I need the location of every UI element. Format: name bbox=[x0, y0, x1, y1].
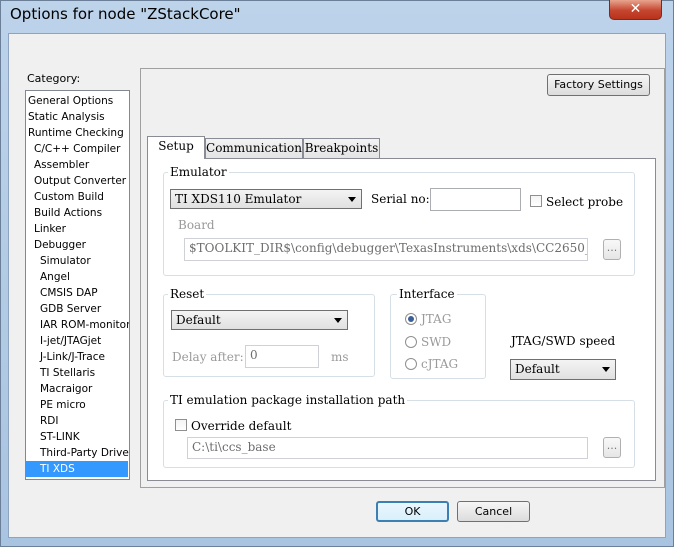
reset-group-label: Reset bbox=[168, 287, 207, 301]
category-item[interactable]: Linker bbox=[26, 221, 128, 237]
category-item[interactable]: GDB Server bbox=[26, 301, 128, 317]
serial-label: Serial no: bbox=[371, 192, 430, 206]
category-item[interactable]: ST-LINK bbox=[26, 429, 128, 445]
category-item[interactable]: TI XDS bbox=[26, 461, 128, 477]
tab-breakpoints[interactable]: Breakpoints bbox=[303, 138, 380, 159]
tab-setup[interactable]: Setup bbox=[147, 136, 205, 159]
window-title: Options for node "ZStackCore" bbox=[10, 5, 241, 23]
reset-select-value: Default bbox=[176, 313, 221, 327]
tab-communication[interactable]: Communication bbox=[205, 138, 303, 159]
interface-group-label: Interface bbox=[397, 287, 457, 301]
board-path-input[interactable]: $TOOLKIT_DIR$\config\debugger\TexasInstr… bbox=[184, 238, 588, 261]
cjtag-label: cJTAG bbox=[421, 357, 459, 371]
category-item[interactable]: Build Actions bbox=[26, 205, 128, 221]
chevron-down-icon bbox=[348, 197, 356, 202]
category-item[interactable]: Static Analysis bbox=[26, 109, 128, 125]
category-item[interactable]: PE micro bbox=[26, 397, 128, 413]
swd-label: SWD bbox=[421, 335, 452, 349]
ti-path-group-label: TI emulation package installation path bbox=[168, 393, 408, 407]
category-item[interactable]: I-jet/JTAGjet bbox=[26, 333, 128, 349]
ok-button[interactable]: OK bbox=[376, 501, 449, 522]
category-item[interactable]: Debugger bbox=[26, 237, 128, 253]
category-item[interactable]: Output Converter bbox=[26, 173, 128, 189]
category-item[interactable]: Third-Party Driver bbox=[26, 445, 129, 461]
chevron-down-icon bbox=[334, 318, 342, 323]
category-item[interactable]: TI Stellaris bbox=[26, 365, 128, 381]
override-default-checkbox[interactable] bbox=[175, 419, 187, 431]
close-button[interactable]: ✕ bbox=[609, 0, 662, 20]
board-label: Board bbox=[178, 218, 215, 232]
delay-unit: ms bbox=[331, 350, 349, 364]
speed-select[interactable]: Default bbox=[510, 359, 616, 380]
close-icon: ✕ bbox=[629, 1, 642, 17]
factory-settings-button[interactable]: Factory Settings bbox=[547, 74, 650, 96]
category-item[interactable]: Macraigor bbox=[26, 381, 128, 397]
ti-path-input[interactable]: C:\ti\ccs_base bbox=[187, 437, 588, 459]
category-item[interactable]: J-Link/J-Trace bbox=[26, 349, 128, 365]
swd-radio[interactable] bbox=[405, 336, 417, 348]
emulator-group-label: Emulator bbox=[168, 165, 229, 179]
category-item[interactable]: CMSIS DAP bbox=[26, 285, 128, 301]
emulator-select[interactable]: TI XDS110 Emulator bbox=[170, 189, 362, 209]
category-item[interactable]: RDI bbox=[26, 413, 128, 429]
override-default-label: Override default bbox=[191, 419, 292, 433]
category-item[interactable]: Custom Build bbox=[26, 189, 128, 205]
select-probe-label: Select probe bbox=[546, 195, 624, 209]
category-item[interactable]: Runtime Checking bbox=[26, 125, 128, 141]
speed-select-value: Default bbox=[515, 362, 560, 376]
category-item[interactable]: Simulator bbox=[26, 253, 128, 269]
emulator-select-value: TI XDS110 Emulator bbox=[175, 192, 302, 206]
select-probe-checkbox[interactable] bbox=[530, 195, 542, 207]
category-item[interactable]: C/C++ Compiler bbox=[26, 141, 128, 157]
chevron-down-icon bbox=[602, 367, 610, 372]
jtag-label: JTAG bbox=[421, 312, 452, 326]
ti-path-browse-button[interactable]: ... bbox=[603, 437, 621, 458]
category-item[interactable]: IAR ROM-monitor bbox=[26, 317, 129, 333]
delay-label: Delay after: bbox=[172, 350, 244, 364]
category-list[interactable]: General Options Static Analysis Runtime Ch… bbox=[25, 90, 130, 480]
board-browse-button[interactable]: ... bbox=[603, 239, 621, 260]
delay-input[interactable]: 0 bbox=[245, 345, 319, 368]
cjtag-radio[interactable] bbox=[405, 358, 417, 370]
cancel-button[interactable]: Cancel bbox=[457, 501, 530, 522]
jtag-radio[interactable] bbox=[405, 313, 417, 325]
category-item[interactable]: General Options bbox=[26, 93, 128, 109]
reset-select[interactable]: Default bbox=[171, 310, 348, 330]
speed-label: JTAG/SWD speed bbox=[511, 334, 616, 348]
category-item[interactable]: Angel bbox=[26, 269, 128, 285]
category-label: Category: bbox=[27, 72, 81, 85]
serial-input[interactable] bbox=[430, 188, 521, 211]
category-item[interactable]: Assembler bbox=[26, 157, 128, 173]
